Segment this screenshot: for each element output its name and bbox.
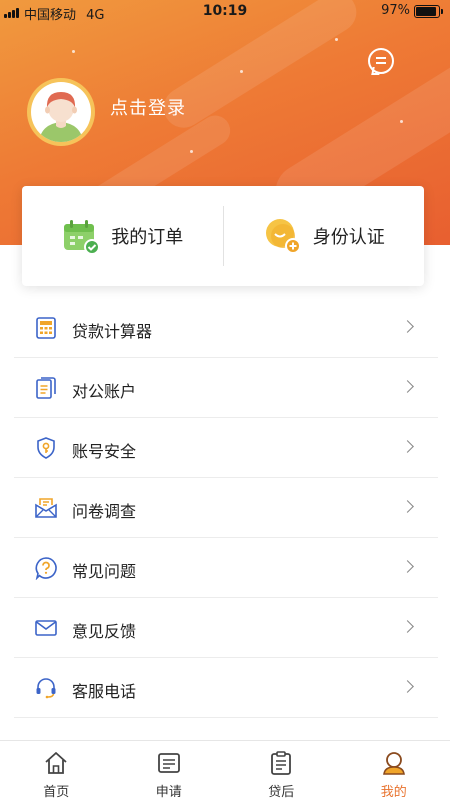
tab-label: 首页 bbox=[43, 785, 70, 800]
chevron-right-icon bbox=[401, 380, 414, 393]
menu-item-corporate-account[interactable]: 对公账户 bbox=[14, 358, 438, 418]
tab-home[interactable]: 首页 bbox=[0, 741, 113, 800]
quick-actions-card: 我的订单 身份认证 bbox=[22, 186, 424, 286]
menu-item-label: 常见问题 bbox=[72, 562, 137, 581]
question-icon bbox=[35, 557, 57, 580]
status-bar: 中国移动 4G 10:19 97% bbox=[0, 0, 450, 24]
menu-item-label: 客服电话 bbox=[72, 682, 137, 701]
chevron-right-icon bbox=[401, 680, 414, 693]
menu-item-label: 贷款计算器 bbox=[72, 322, 153, 341]
chevron-right-icon bbox=[401, 560, 414, 573]
id-verify-icon bbox=[265, 219, 301, 254]
tab-label: 贷后 bbox=[268, 785, 295, 800]
headset-icon bbox=[36, 678, 56, 699]
tab-label: 我的 bbox=[380, 785, 407, 800]
clipboard-icon bbox=[271, 751, 292, 775]
chevron-right-icon bbox=[401, 500, 414, 513]
tab-mine[interactable]: 我的 bbox=[338, 741, 450, 800]
my-orders-button[interactable]: 我的订单 bbox=[22, 186, 223, 286]
home-icon bbox=[45, 752, 67, 774]
decor-dot bbox=[400, 120, 403, 123]
tab-post-loan[interactable]: 贷后 bbox=[225, 741, 338, 800]
menu-item-customer-service[interactable]: 客服电话 bbox=[14, 658, 438, 718]
menu-list: 贷款计算器 对公账户 账号安全 问卷调查 常见问题 意见反馈 客服电话 bbox=[14, 298, 438, 778]
menu-item-account-security[interactable]: 账号安全 bbox=[14, 418, 438, 478]
chevron-right-icon bbox=[401, 440, 414, 453]
envelope-icon bbox=[35, 620, 57, 636]
calendar-check-icon bbox=[64, 220, 101, 255]
decor-dot bbox=[190, 150, 193, 153]
message-icon[interactable] bbox=[368, 48, 394, 74]
menu-item-label: 账号安全 bbox=[72, 442, 137, 461]
menu-item-feedback[interactable]: 意见反馈 bbox=[14, 598, 438, 658]
profile-icon bbox=[382, 752, 405, 775]
menu-item-label: 对公账户 bbox=[72, 382, 137, 401]
tab-bar: 首页 申请 贷后 我的 bbox=[0, 740, 450, 800]
battery-icon bbox=[414, 5, 443, 18]
my-orders-label: 我的订单 bbox=[111, 227, 184, 248]
menu-item-label: 问卷调查 bbox=[72, 502, 137, 521]
battery-percent: 97% bbox=[381, 3, 410, 18]
avatar[interactable] bbox=[27, 78, 95, 146]
tab-apply[interactable]: 申请 bbox=[113, 741, 226, 800]
menu-item-loan-calculator[interactable]: 贷款计算器 bbox=[14, 298, 438, 358]
mail-open-icon bbox=[35, 498, 57, 518]
avatar-icon bbox=[31, 82, 91, 142]
menu-item-survey[interactable]: 问卷调查 bbox=[14, 478, 438, 538]
menu-item-label: 意见反馈 bbox=[72, 622, 137, 641]
calculator-icon bbox=[36, 317, 56, 339]
chevron-right-icon bbox=[401, 620, 414, 633]
login-link[interactable]: 点击登录 bbox=[110, 94, 186, 120]
decor-dot bbox=[72, 50, 75, 53]
profile-page: 中国移动 4G 10:19 97% 点击登录 我的订单 身份认证 贷款计算器 对… bbox=[0, 0, 450, 800]
shield-key-icon bbox=[37, 437, 55, 459]
decor-dot bbox=[335, 38, 338, 41]
identity-verify-label: 身份认证 bbox=[312, 227, 385, 248]
chevron-right-icon bbox=[401, 320, 414, 333]
tab-label: 申请 bbox=[155, 785, 182, 800]
apply-icon bbox=[157, 753, 180, 773]
account-doc-icon bbox=[36, 377, 56, 399]
decor-dot bbox=[240, 70, 243, 73]
menu-item-faq[interactable]: 常见问题 bbox=[14, 538, 438, 598]
identity-verify-button[interactable]: 身份认证 bbox=[224, 186, 425, 286]
